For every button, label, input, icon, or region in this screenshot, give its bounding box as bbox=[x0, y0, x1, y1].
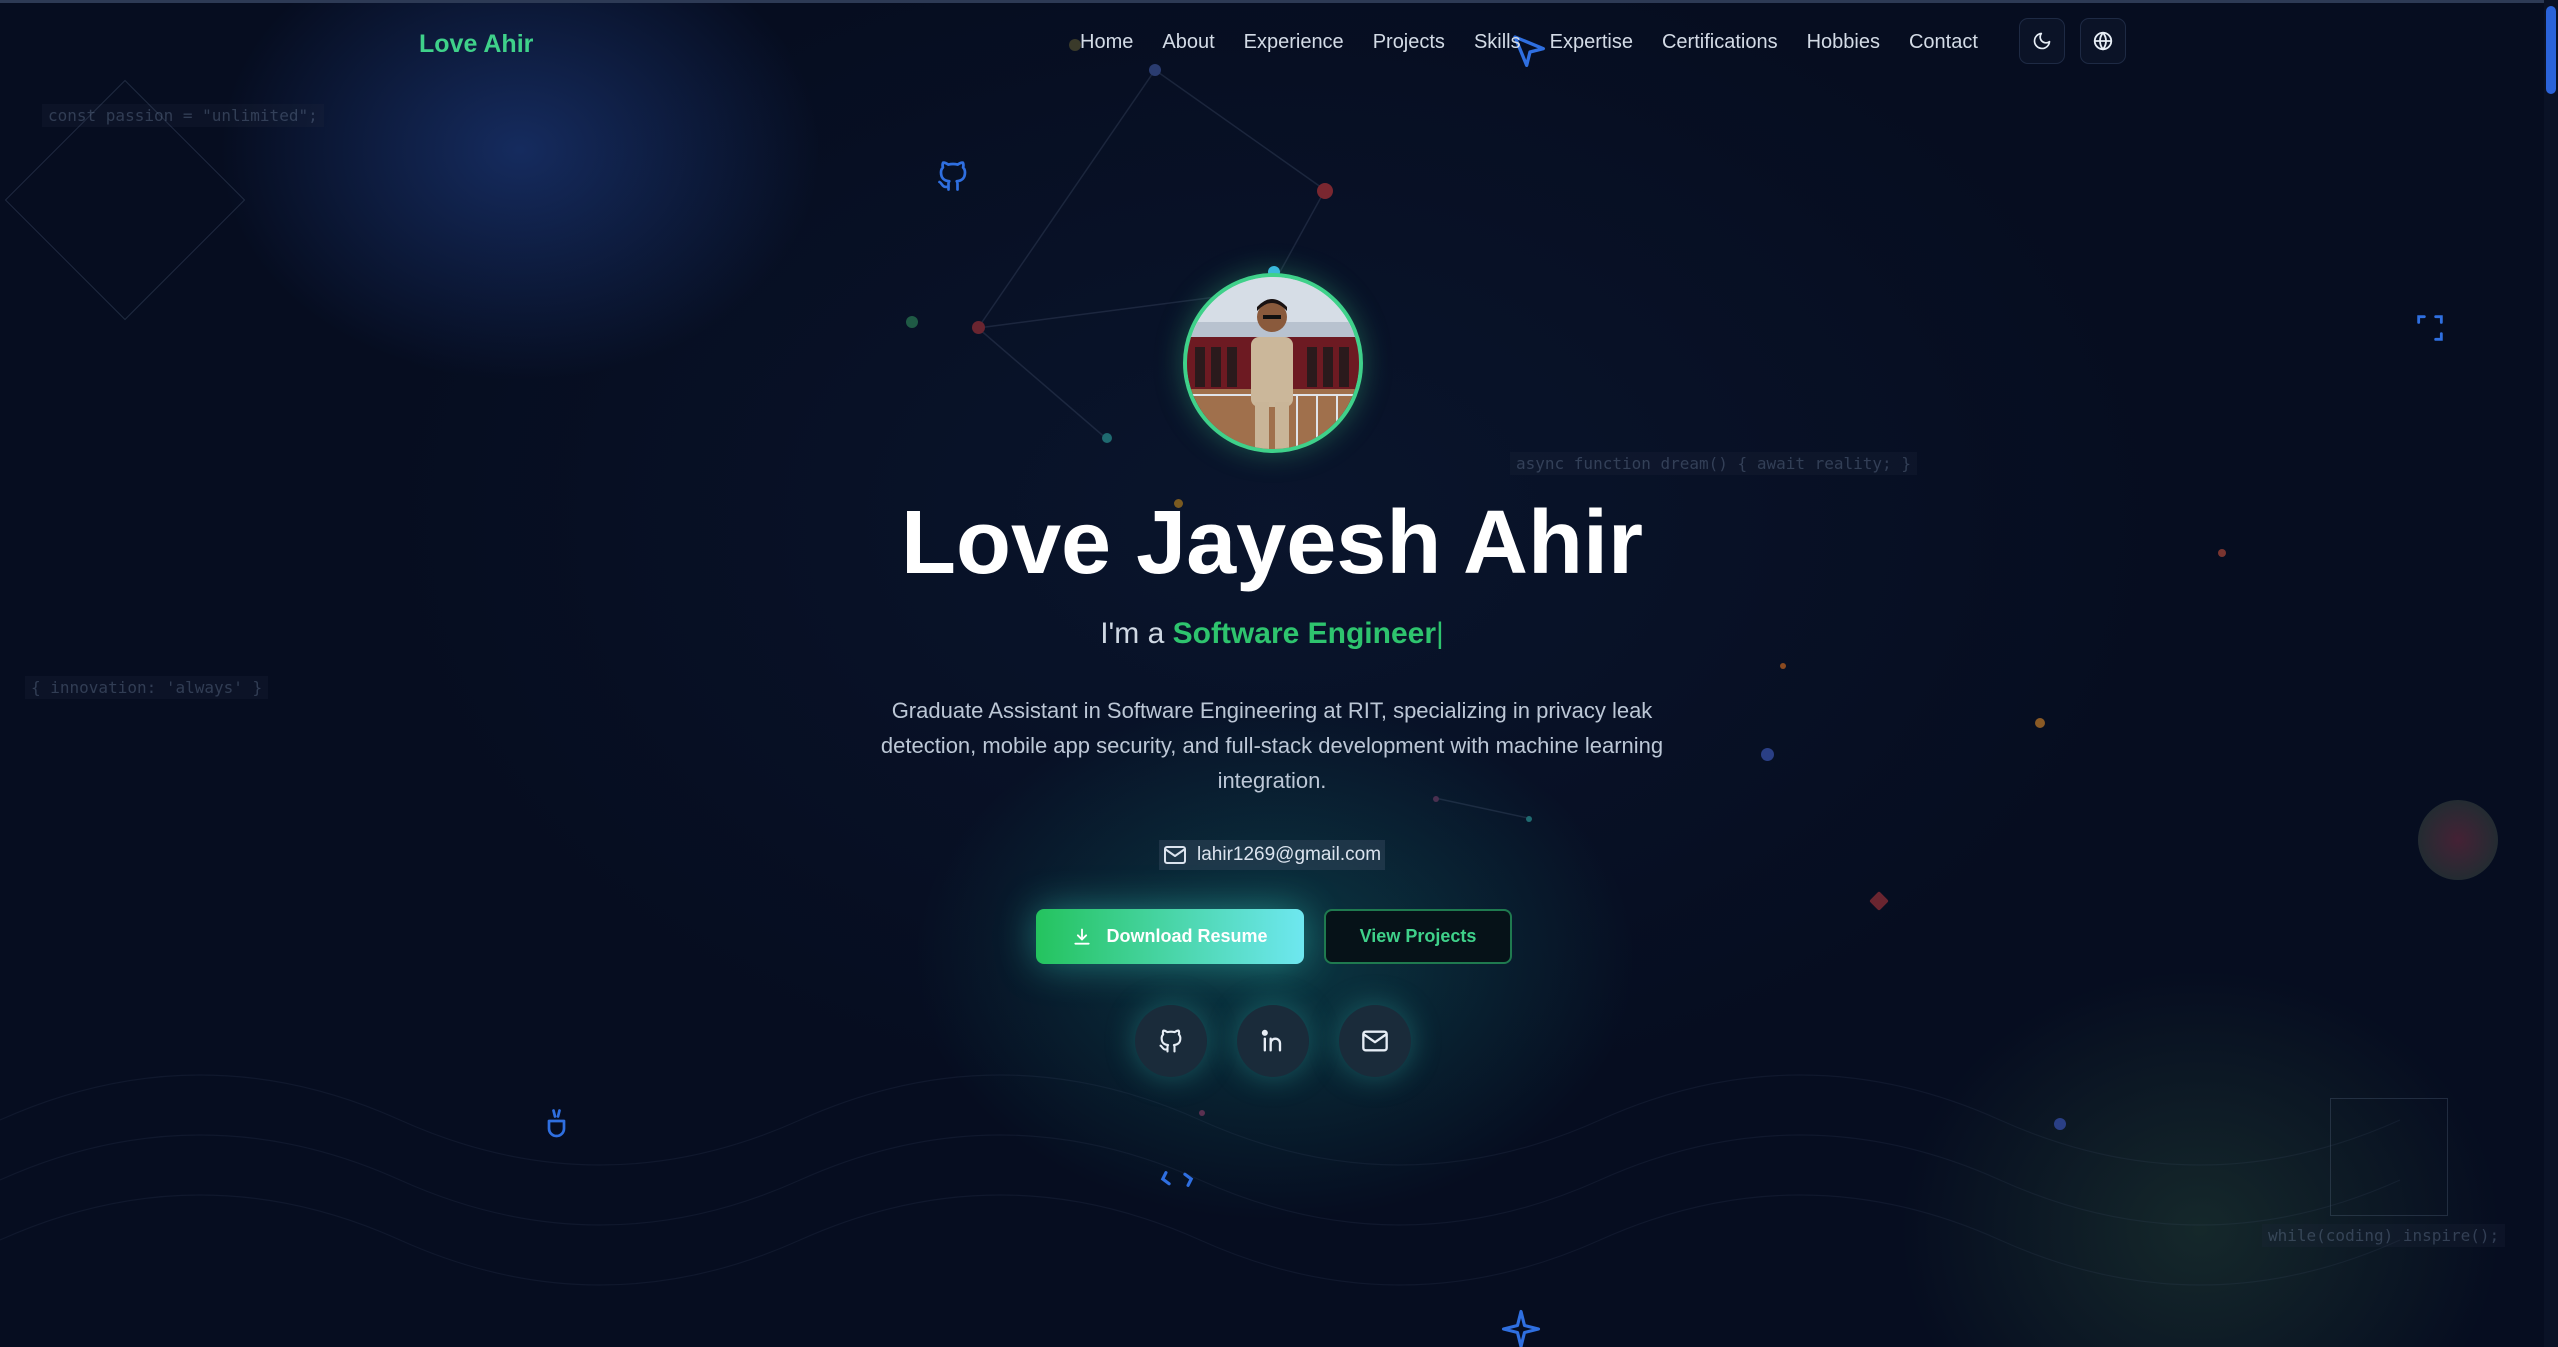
particle-dot bbox=[2054, 1118, 2066, 1130]
sparkle-float-icon bbox=[1501, 1309, 1541, 1347]
particle-dot bbox=[1780, 663, 1786, 669]
profile-photo bbox=[1187, 277, 1359, 449]
profile-avatar bbox=[1183, 273, 1363, 453]
nav-link-experience[interactable]: Experience bbox=[1244, 31, 1344, 54]
email-link-button[interactable] bbox=[1339, 1005, 1411, 1077]
code-bracket-float-icon bbox=[2417, 315, 2443, 341]
language-button[interactable] bbox=[2080, 18, 2126, 64]
download-resume-label: Download Resume bbox=[1106, 926, 1268, 946]
nav-link-expertise[interactable]: Expertise bbox=[1550, 31, 1633, 54]
scrollbar-thumb[interactable] bbox=[2546, 6, 2556, 94]
nav-link-contact[interactable]: Contact bbox=[1909, 31, 1978, 54]
view-projects-button[interactable]: View Projects bbox=[1324, 909, 1512, 964]
hero-tagline: I'm a Software Engineer| bbox=[0, 617, 2544, 651]
github-link-button[interactable] bbox=[1135, 1005, 1207, 1077]
email-address[interactable]: lahir1269@gmail.com bbox=[1197, 844, 1381, 866]
mail-icon bbox=[1362, 1030, 1388, 1052]
nav-link-skills[interactable]: Skills bbox=[1474, 31, 1521, 54]
nav-link-home[interactable]: Home bbox=[1080, 31, 1133, 54]
globe-icon bbox=[2093, 31, 2113, 51]
typing-caret: | bbox=[1436, 617, 1444, 650]
nav-link-hobbies[interactable]: Hobbies bbox=[1807, 31, 1880, 54]
navbar: Love Ahir Home About Experience Projects… bbox=[0, 3, 2544, 83]
particle-dot bbox=[1761, 748, 1774, 761]
site-logo[interactable]: Love Ahir bbox=[419, 30, 533, 59]
view-projects-label: View Projects bbox=[1359, 926, 1477, 946]
tagline-prefix: I'm a bbox=[1100, 617, 1165, 650]
download-icon bbox=[1074, 928, 1091, 945]
floating-orb bbox=[2418, 800, 2498, 880]
page-scrollbar[interactable] bbox=[2544, 0, 2558, 1347]
linkedin-icon bbox=[1261, 1029, 1282, 1052]
typed-role: Software Engineer bbox=[1172, 617, 1437, 650]
page-background: const passion = "unlimited"; async funct… bbox=[0, 0, 2558, 1347]
particle-dot bbox=[906, 316, 918, 328]
hero-name: Love Jayesh Ahir bbox=[901, 493, 1643, 593]
linkedin-link-button[interactable] bbox=[1237, 1005, 1309, 1077]
particle-dot bbox=[1317, 183, 1333, 199]
particle-dot bbox=[1102, 433, 1112, 443]
particle-dot bbox=[1199, 1110, 1205, 1116]
nav-links: Home About Experience Projects Skills Ex… bbox=[1080, 31, 1978, 54]
particle-dot bbox=[1526, 816, 1532, 822]
code-bracket-float-icon bbox=[1160, 1171, 1194, 1187]
mail-icon bbox=[1164, 846, 1186, 864]
particle-dot bbox=[972, 321, 985, 334]
github-icon bbox=[1159, 1029, 1182, 1053]
hero-bio: Graduate Assistant in Software Engineeri… bbox=[880, 698, 1664, 793]
download-resume-button[interactable]: Download Resume bbox=[1036, 909, 1304, 964]
nav-link-about[interactable]: About bbox=[1162, 31, 1214, 54]
nav-link-certifications[interactable]: Certifications bbox=[1662, 31, 1778, 54]
theme-toggle-button[interactable] bbox=[2019, 18, 2065, 64]
particle-dot bbox=[2035, 718, 2045, 728]
constellation-lines bbox=[0, 69, 2401, 1286]
coffee-float-icon bbox=[547, 1109, 566, 1138]
nav-link-projects[interactable]: Projects bbox=[1373, 31, 1445, 54]
moon-icon bbox=[2033, 32, 2051, 50]
email-contact[interactable]: lahir1269@gmail.com bbox=[1159, 840, 1386, 870]
github-float-icon bbox=[938, 161, 967, 191]
